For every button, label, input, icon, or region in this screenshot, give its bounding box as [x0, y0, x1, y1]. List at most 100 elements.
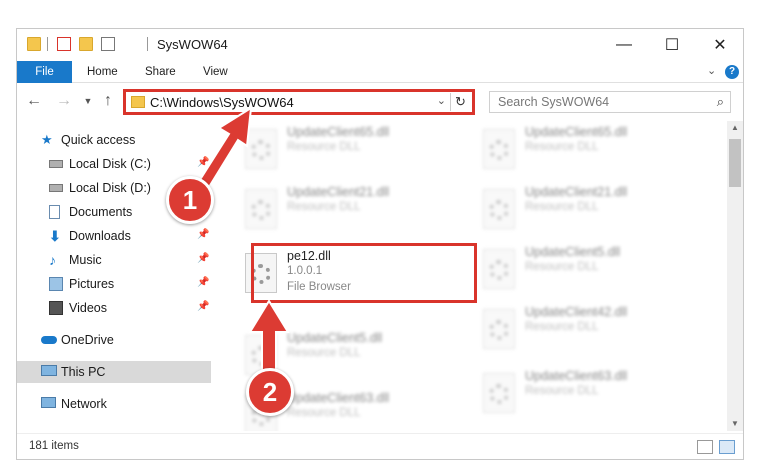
file-name: UpdateClient21.dll — [287, 185, 390, 199]
star-icon: ★ — [41, 132, 53, 147]
pin-icon[interactable]: 📌 — [197, 277, 209, 288]
search-input[interactable]: Search SysWOW64 ⌕ — [489, 91, 731, 113]
videos-icon — [49, 301, 63, 315]
sidebar-item-label: OneDrive — [61, 333, 114, 347]
file-type: Resource DLL — [525, 321, 599, 333]
tab-share[interactable]: Share — [133, 61, 188, 83]
separator — [47, 37, 48, 51]
new-folder-icon[interactable] — [79, 37, 93, 51]
gear-icon — [251, 200, 271, 220]
file-type: Resource DLL — [287, 407, 361, 419]
chevron-down-icon[interactable]: ⌄ — [437, 94, 446, 107]
vertical-scrollbar[interactable]: ▲ ▼ — [727, 121, 743, 431]
gear-icon — [489, 320, 509, 340]
sidebar-item-label: Local Disk (C:) — [69, 157, 151, 171]
window-title: SysWOW64 — [157, 37, 228, 52]
file-type: Resource DLL — [525, 261, 599, 273]
sidebar-item-label: Local Disk (D:) — [69, 181, 151, 195]
sidebar-item-label: This PC — [61, 365, 106, 379]
sidebar-item-label: Network — [61, 397, 107, 411]
refresh-icon[interactable]: ↻ — [450, 93, 470, 111]
large-icons-view-icon[interactable] — [719, 440, 735, 454]
file-item[interactable]: UpdateClient65.dll Resource DLL — [477, 121, 697, 177]
file-name: UpdateClient65.dll — [287, 125, 390, 139]
gear-icon — [489, 384, 509, 404]
highlight-box — [251, 243, 477, 303]
recent-locations-icon[interactable]: ▼ — [79, 91, 97, 111]
callout-1: 1 — [166, 176, 214, 224]
properties-icon[interactable] — [57, 37, 71, 51]
close-button[interactable]: ✕ — [697, 29, 743, 61]
pin-icon[interactable]: 📌 — [197, 229, 209, 240]
file-item[interactable]: UpdateClient5.dll Resource DLL — [477, 241, 697, 297]
scroll-down-icon[interactable]: ▼ — [727, 417, 743, 431]
download-icon: ⬇ — [49, 228, 61, 244]
file-type: Resource DLL — [525, 201, 599, 213]
address-path[interactable]: C:\Windows\SysWOW64 — [150, 95, 294, 110]
search-icon[interactable]: ⌕ — [717, 94, 724, 110]
item-count: 181 items — [29, 440, 79, 452]
maximize-button[interactable]: ☐ — [649, 29, 695, 61]
navigation-pane: ★ Quick access Local Disk (C:) 📌 Local D… — [17, 123, 211, 431]
minimize-button[interactable]: — — [601, 29, 647, 61]
scrollbar-thumb[interactable] — [729, 139, 741, 187]
sidebar-item-label: Videos — [69, 301, 107, 315]
expand-ribbon-icon[interactable]: ⌄ — [707, 64, 716, 77]
computer-icon — [41, 365, 57, 376]
dll-file-icon — [483, 373, 515, 413]
tab-file[interactable]: File — [17, 61, 72, 83]
address-bar[interactable]: C:\Windows\SysWOW64 ⌄ ↻ — [123, 89, 475, 115]
help-icon[interactable]: ? — [725, 65, 739, 79]
sidebar-item-videos[interactable]: Videos 📌 — [17, 297, 211, 319]
title-bar: SysWOW64 — ☐ ✕ — [17, 29, 743, 61]
details-view-icon[interactable] — [697, 440, 713, 454]
back-arrow-icon[interactable]: ← — [25, 91, 43, 111]
sidebar-item-this-pc[interactable]: This PC — [17, 361, 211, 383]
sidebar-item-onedrive[interactable]: OneDrive — [17, 329, 211, 351]
folder-icon — [131, 96, 145, 108]
file-name: UpdateClient42.dll — [525, 305, 628, 319]
sidebar-item-local-disk-c[interactable]: Local Disk (C:) 📌 — [17, 153, 211, 175]
gear-icon — [251, 346, 271, 366]
music-icon: ♪ — [49, 252, 56, 268]
gear-icon — [489, 140, 509, 160]
dll-file-icon — [245, 129, 277, 169]
tab-home[interactable]: Home — [75, 61, 130, 83]
documents-icon — [49, 205, 60, 219]
sidebar-item-downloads[interactable]: ⬇ Downloads 📌 — [17, 225, 211, 247]
file-type: Resource DLL — [287, 347, 361, 359]
customize-toolbar-icon[interactable] — [101, 37, 115, 51]
file-type: Resource DLL — [525, 385, 599, 397]
file-item[interactable]: UpdateClient21.dll Resource DLL — [477, 181, 697, 237]
file-name: UpdateClient65.dll — [525, 125, 628, 139]
file-name: UpdateClient63.dll — [525, 369, 628, 383]
sidebar-item-pictures[interactable]: Pictures 📌 — [17, 273, 211, 295]
file-item[interactable]: UpdateClient42.dll Resource DLL — [477, 301, 697, 357]
file-item[interactable]: UpdateClient63.dll Resource DLL — [477, 365, 697, 421]
separator — [147, 37, 148, 51]
file-type: Resource DLL — [287, 141, 361, 153]
tab-view[interactable]: View — [191, 61, 240, 83]
sidebar-item-label: Quick access — [61, 133, 136, 147]
sidebar-item-label: Documents — [69, 205, 133, 219]
sidebar-item-music[interactable]: ♪ Music 📌 — [17, 249, 211, 271]
file-type: Resource DLL — [287, 201, 361, 213]
file-type: Resource DLL — [525, 141, 599, 153]
cloud-icon — [41, 336, 57, 344]
file-item[interactable]: UpdateClient65.dll Resource DLL — [239, 121, 459, 177]
up-arrow-icon[interactable]: ↑ — [99, 91, 117, 111]
file-item[interactable]: UpdateClient21.dll Resource DLL — [239, 181, 459, 237]
scroll-up-icon[interactable]: ▲ — [727, 121, 743, 135]
status-bar: 181 items — [17, 433, 743, 459]
gear-icon — [489, 200, 509, 220]
pin-icon[interactable]: 📌 — [197, 157, 209, 168]
sidebar-item-network[interactable]: Network — [17, 393, 211, 415]
dll-file-icon — [483, 249, 515, 289]
sidebar-item-quick-access[interactable]: ★ Quick access — [17, 129, 211, 151]
forward-arrow-icon[interactable]: → — [55, 91, 73, 111]
file-list: UpdateClient65.dll Resource DLL UpdateCl… — [217, 121, 727, 431]
file-name: UpdateClient5.dll — [287, 331, 383, 345]
dll-file-icon — [483, 309, 515, 349]
pin-icon[interactable]: 📌 — [197, 301, 209, 312]
pin-icon[interactable]: 📌 — [197, 253, 209, 264]
